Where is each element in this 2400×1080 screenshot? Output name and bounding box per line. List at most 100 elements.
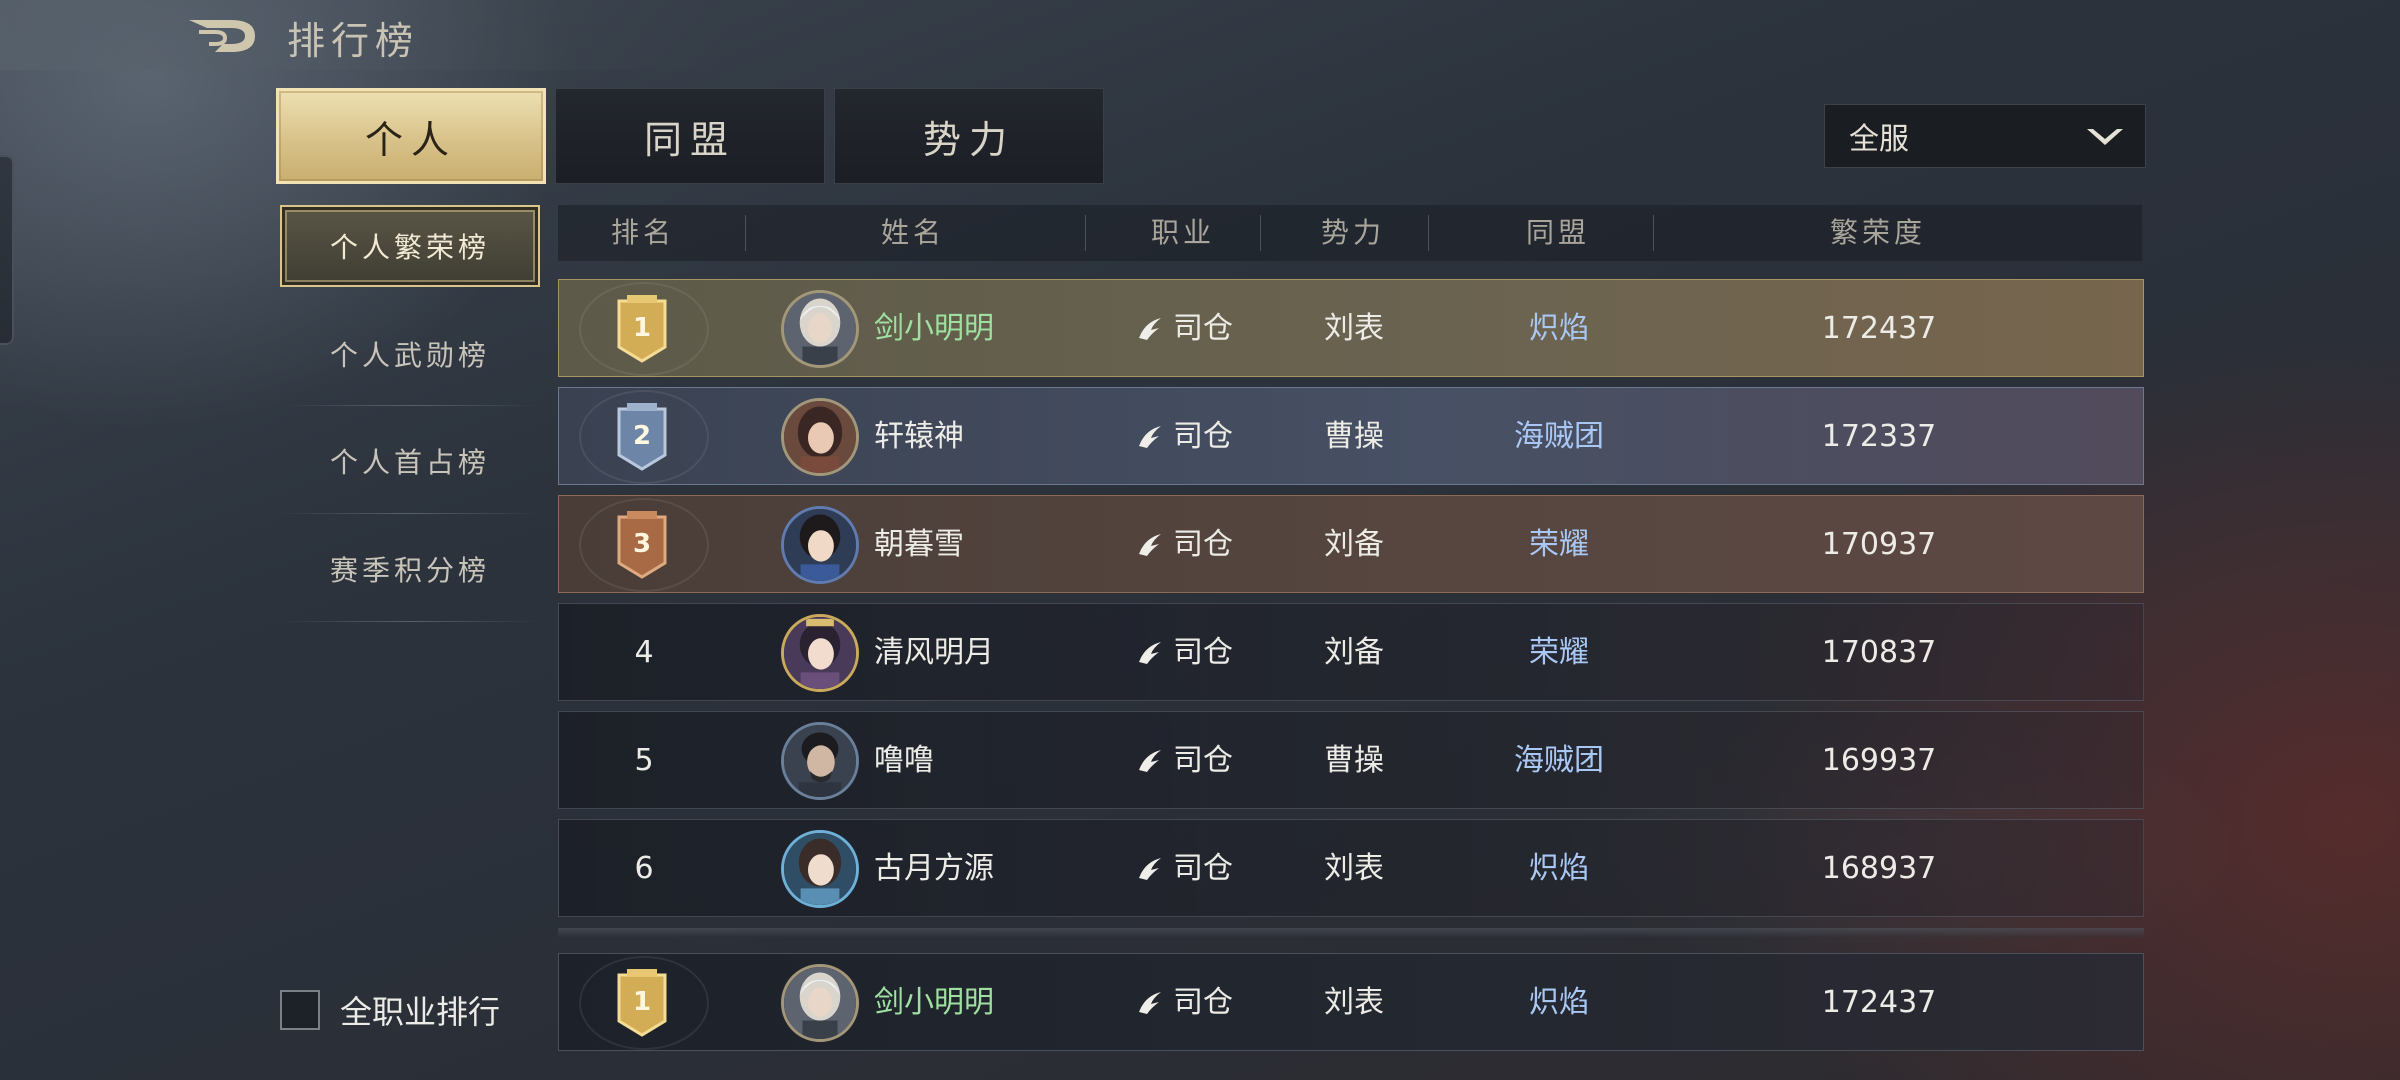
job-name: 司仓 — [1173, 743, 1233, 778]
alliance-name[interactable]: 荣耀 — [1439, 604, 1679, 702]
prosperity-value: 168937 — [1821, 851, 1937, 886]
prosperity-value: 170837 — [1821, 635, 1937, 670]
player-name: 剑小明明 — [874, 311, 994, 346]
avatar[interactable] — [781, 506, 859, 584]
job-name: 司仓 — [1173, 419, 1233, 454]
alliance-name[interactable]: 炽焰 — [1439, 280, 1679, 378]
all-job-ranking-toggle[interactable]: 全职业排行 — [280, 988, 500, 1032]
prosperity-value: 169937 — [1821, 743, 1937, 778]
column-header-faction: 势力 — [1320, 216, 1385, 249]
server-dropdown[interactable]: 全服 — [1824, 104, 2146, 168]
column-divider — [745, 215, 746, 251]
rank-number: 3 — [632, 529, 652, 559]
faction-name: 曹操 — [1324, 743, 1384, 778]
column-header-rank: 排名 — [610, 216, 675, 249]
job-class-icon — [1139, 426, 1161, 448]
bronze-rank-badge-icon: 3 — [615, 511, 669, 579]
job-cell: 司仓 — [1099, 388, 1269, 486]
sub-tab-personal-first-capture[interactable]: 个人首占榜 — [280, 420, 540, 502]
avatar[interactable] — [781, 964, 859, 1042]
back-button[interactable] — [185, 14, 265, 58]
alliance-name[interactable]: 海贼团 — [1439, 388, 1679, 486]
prosperity-value: 170937 — [1821, 527, 1937, 562]
table-row[interactable]: 1 剑小明明 司仓 刘表 炽焰 172437 — [558, 279, 2144, 377]
side-drawer-handle[interactable] — [0, 155, 14, 345]
player-name: 剑小明明 — [874, 985, 994, 1020]
job-cell: 司仓 — [1099, 712, 1269, 810]
rank-number: 1 — [632, 313, 652, 343]
player-name: 噜噜 — [874, 743, 934, 778]
job-cell: 司仓 — [1099, 820, 1269, 918]
faction-name: 曹操 — [1324, 419, 1384, 454]
table-row[interactable]: 2 轩辕神 司仓 曹操 海贼团 172337 — [558, 387, 2144, 485]
alliance-name[interactable]: 炽焰 — [1439, 954, 1679, 1052]
job-cell: 司仓 — [1099, 954, 1269, 1052]
table-header: 排名 姓名 职业 势力 同盟 繁荣度 — [558, 205, 2142, 261]
column-divider — [1260, 215, 1261, 251]
avatar[interactable] — [781, 830, 859, 908]
avatar[interactable] — [781, 398, 859, 476]
column-divider — [1428, 215, 1429, 251]
avatar[interactable] — [781, 614, 859, 692]
back-arrow-icon — [189, 20, 255, 52]
avatar[interactable] — [781, 290, 859, 368]
sub-divider — [280, 513, 540, 514]
gold-rank-badge-icon: 1 — [615, 969, 669, 1037]
job-class-icon — [1139, 750, 1161, 772]
column-header-alliance: 同盟 — [1525, 216, 1590, 249]
faction-name: 刘表 — [1324, 851, 1384, 886]
alliance-name[interactable]: 荣耀 — [1439, 496, 1679, 594]
prosperity-value: 172437 — [1821, 311, 1937, 346]
tab-alliance[interactable]: 同盟 — [555, 88, 825, 184]
job-name: 司仓 — [1173, 985, 1233, 1020]
sub-divider — [280, 405, 540, 406]
player-name: 朝暮雪 — [874, 527, 964, 562]
next-row-peek — [558, 928, 2144, 938]
faction-name: 刘备 — [1324, 635, 1384, 670]
column-header-prosperity: 繁荣度 — [1829, 216, 1926, 249]
job-class-icon — [1139, 642, 1161, 664]
prosperity-value: 172337 — [1821, 419, 1937, 454]
sub-tab-personal-merit[interactable]: 个人武勋榜 — [280, 313, 540, 395]
gold-rank-badge-icon: 1 — [615, 295, 669, 363]
job-name: 司仓 — [1173, 635, 1233, 670]
checkbox[interactable] — [280, 990, 320, 1030]
silver-rank-badge-icon: 2 — [615, 403, 669, 471]
job-name: 司仓 — [1173, 527, 1233, 562]
avatar[interactable] — [781, 722, 859, 800]
job-name: 司仓 — [1173, 311, 1233, 346]
alliance-name[interactable]: 海贼团 — [1439, 712, 1679, 810]
sub-tab-season-score[interactable]: 赛季积分榜 — [280, 528, 540, 610]
player-name: 清风明月 — [874, 635, 994, 670]
rank-number: 6 — [634, 851, 654, 886]
job-cell: 司仓 — [1099, 604, 1269, 702]
table-row[interactable]: 3 朝暮雪 司仓 刘备 荣耀 170937 — [558, 495, 2144, 593]
rank-number: 4 — [634, 635, 654, 670]
column-header-name: 姓名 — [880, 216, 945, 249]
tab-faction[interactable]: 势力 — [834, 88, 1104, 184]
column-divider — [1653, 215, 1654, 251]
my-rank-row[interactable]: 1 剑小明明 司仓 刘表 炽焰 172437 — [558, 953, 2144, 1051]
alliance-name[interactable]: 炽焰 — [1439, 820, 1679, 918]
sub-divider — [280, 621, 540, 622]
job-class-icon — [1139, 318, 1161, 340]
rank-number: 5 — [634, 743, 654, 778]
tab-personal[interactable]: 个人 — [276, 88, 546, 184]
table-row[interactable]: 4 清风明月 司仓 刘备 荣耀 170837 — [558, 603, 2144, 701]
prosperity-value: 172437 — [1821, 985, 1937, 1020]
rank-number: 2 — [632, 421, 652, 451]
chevron-down-icon — [2087, 129, 2123, 145]
faction-name: 刘表 — [1324, 985, 1384, 1020]
table-row[interactable]: 6 古月方源 司仓 刘表 炽焰 168937 — [558, 819, 2144, 917]
job-class-icon — [1139, 534, 1161, 556]
table-row[interactable]: 5 噜噜 司仓 曹操 海贼团 169937 — [558, 711, 2144, 809]
job-cell: 司仓 — [1099, 280, 1269, 378]
job-class-icon — [1139, 858, 1161, 880]
column-divider — [1085, 215, 1086, 251]
job-class-icon — [1139, 992, 1161, 1014]
faction-name: 刘备 — [1324, 527, 1384, 562]
job-cell: 司仓 — [1099, 496, 1269, 594]
all-job-ranking-label: 全职业排行 — [340, 993, 501, 1031]
player-name: 轩辕神 — [874, 419, 964, 454]
sub-tab-personal-prosperity[interactable]: 个人繁荣榜 — [280, 205, 540, 287]
